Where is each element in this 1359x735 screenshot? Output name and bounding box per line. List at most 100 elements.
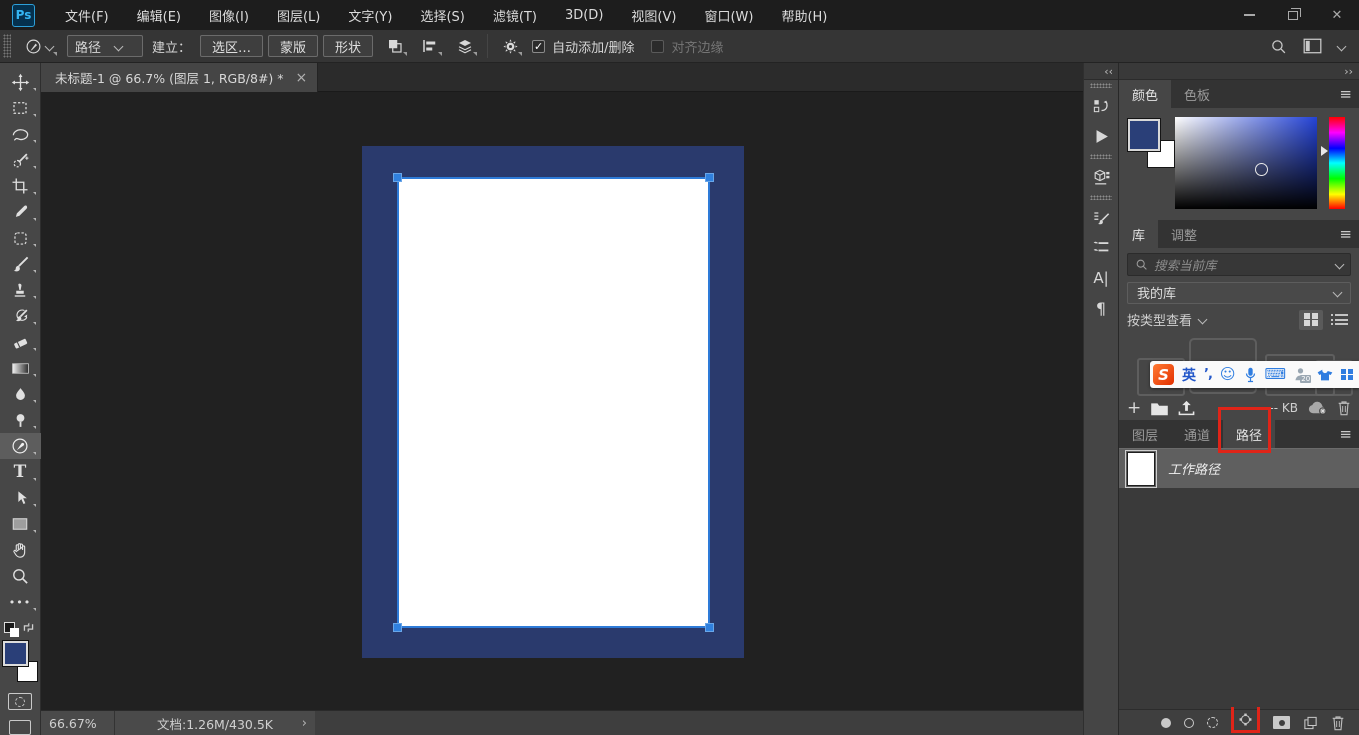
eraser-tool[interactable] <box>0 329 41 355</box>
library-search-input[interactable]: 搜索当前库 <box>1127 253 1351 276</box>
tab-swatches[interactable]: 色板 <box>1171 80 1223 108</box>
add-content-button[interactable]: + <box>1127 400 1141 417</box>
workspace-switcher-icon[interactable] <box>1303 38 1322 54</box>
brush-tool[interactable] <box>0 251 41 277</box>
saturation-brightness-field[interactable] <box>1175 117 1317 209</box>
tab-channels[interactable]: 通道 <box>1171 420 1223 448</box>
hue-slider-bar[interactable] <box>1329 117 1345 209</box>
skin-account-icon[interactable]: 20 <box>1294 367 1309 383</box>
character-panel-button[interactable]: A| <box>1084 263 1119 293</box>
path-arrangement-button[interactable] <box>452 34 478 58</box>
document-tab[interactable]: 未标题-1 @ 66.7% (图层 1, RGB/8#) * × <box>41 63 318 92</box>
emoji-icon[interactable]: ☺ <box>1220 367 1236 382</box>
status-chevron-icon[interactable]: › <box>302 716 307 731</box>
tab-adjustments[interactable]: 调整 <box>1158 220 1210 248</box>
ime-language-toggle[interactable]: 英 <box>1182 365 1196 385</box>
blur-tool[interactable] <box>0 381 41 407</box>
menu-type[interactable]: 文字(Y) <box>334 0 406 30</box>
hand-tool[interactable] <box>0 537 41 563</box>
path-anchor-top-right[interactable] <box>706 174 713 181</box>
tool-mode-select[interactable]: 路径 <box>67 35 143 57</box>
swap-colors-icon[interactable] <box>22 621 35 634</box>
actions-panel-button[interactable] <box>1084 121 1119 151</box>
menu-window[interactable]: 窗口(W) <box>690 0 767 30</box>
load-path-as-selection-button[interactable] <box>1207 717 1218 728</box>
list-view-button[interactable] <box>1327 310 1351 330</box>
folder-icon[interactable] <box>1150 401 1169 416</box>
menu-file[interactable]: 文件(F) <box>51 0 123 30</box>
panel-menu-icon[interactable]: ≡ <box>1339 225 1351 243</box>
spot-healing-brush-tool[interactable] <box>0 225 41 251</box>
menu-select[interactable]: 选择(S) <box>406 0 478 30</box>
move-tool[interactable] <box>0 69 41 95</box>
work-path-row[interactable]: 工作路径 <box>1119 448 1359 488</box>
crop-tool[interactable] <box>0 173 41 199</box>
3d-panel-button[interactable] <box>1084 162 1119 192</box>
restore-button[interactable] <box>1271 0 1315 30</box>
color-cursor[interactable] <box>1255 163 1268 176</box>
path-operations-button[interactable] <box>382 34 408 58</box>
ime-toolbox-icon[interactable] <box>1341 369 1353 381</box>
trash-icon[interactable] <box>1337 400 1351 416</box>
path-alignment-button[interactable] <box>417 34 443 58</box>
path-selection-tool[interactable] <box>0 485 41 511</box>
marquee-tool[interactable] <box>0 95 41 121</box>
tab-color[interactable]: 颜色 <box>1119 80 1171 108</box>
paragraph-panel-button[interactable]: ¶ <box>1084 293 1119 323</box>
lasso-tool[interactable] <box>0 121 41 147</box>
auto-add-delete-checkbox[interactable]: ✓ <box>532 40 545 53</box>
tshirt-skin-icon[interactable] <box>1317 368 1333 382</box>
pen-tool-preset-button[interactable] <box>20 34 58 58</box>
tab-close-icon[interactable]: × <box>296 70 308 86</box>
make-selection-button[interactable]: 选区… <box>200 35 263 57</box>
chevron-down-icon[interactable] <box>1335 260 1345 270</box>
make-work-path-button[interactable] <box>1238 712 1253 727</box>
pen-tool[interactable] <box>0 433 41 459</box>
eyedropper-tool[interactable] <box>0 199 41 225</box>
stroke-path-button[interactable] <box>1184 718 1194 728</box>
minimize-button[interactable] <box>1227 0 1271 30</box>
document-canvas[interactable] <box>362 146 744 658</box>
quick-mask-button[interactable] <box>8 693 32 710</box>
tab-libraries[interactable]: 库 <box>1119 220 1158 248</box>
tab-layers[interactable]: 图层 <box>1119 420 1171 448</box>
menu-3d[interactable]: 3D(D) <box>551 0 617 30</box>
white-rectangle-path[interactable] <box>397 177 710 628</box>
menu-image[interactable]: 图像(I) <box>195 0 263 30</box>
foreground-color-swatch[interactable] <box>3 641 28 666</box>
grid-view-button[interactable] <box>1299 310 1323 330</box>
fill-path-button[interactable] <box>1161 718 1171 728</box>
path-anchor-bottom-right[interactable] <box>706 624 713 631</box>
close-button[interactable]: ✕ <box>1315 0 1359 30</box>
menu-filter[interactable]: 滤镜(T) <box>479 0 551 30</box>
search-icon[interactable] <box>1270 38 1287 55</box>
brush-settings-panel-button[interactable] <box>1084 203 1119 233</box>
document-info[interactable]: 文档:1.26M/430.5K › <box>115 711 315 735</box>
canvas-viewport[interactable] <box>41 92 1083 710</box>
chevron-down-icon[interactable] <box>1337 41 1347 51</box>
delete-path-button[interactable] <box>1331 715 1345 731</box>
menu-help[interactable]: 帮助(H) <box>767 0 841 30</box>
path-anchor-top-left[interactable] <box>394 174 401 181</box>
path-anchor-bottom-left[interactable] <box>394 624 401 631</box>
make-mask-button[interactable]: 蒙版 <box>268 35 318 57</box>
microphone-icon[interactable] <box>1244 367 1257 383</box>
ime-punctuation-toggle[interactable]: ’, <box>1204 367 1212 382</box>
screen-mode-button[interactable] <box>9 720 31 735</box>
path-thumbnail[interactable] <box>1127 452 1155 486</box>
view-by-dropdown[interactable]: 按类型查看 <box>1127 310 1206 329</box>
add-mask-button[interactable] <box>1273 716 1290 729</box>
rectangle-tool[interactable] <box>0 511 41 537</box>
make-shape-button[interactable]: 形状 <box>323 35 373 57</box>
hue-slider-handle[interactable] <box>1321 146 1328 156</box>
pen-options-gear-button[interactable] <box>497 34 523 58</box>
align-edges-checkbox[interactable] <box>651 40 664 53</box>
cloud-sync-icon[interactable] <box>1307 401 1328 415</box>
paths-panel-empty-body[interactable] <box>1119 488 1359 709</box>
brushes-panel-button[interactable] <box>1084 233 1119 263</box>
panel-menu-icon[interactable]: ≡ <box>1339 425 1351 443</box>
foreground-color-swatch[interactable] <box>1128 119 1160 151</box>
keyboard-icon[interactable]: ⌨ <box>1265 367 1287 382</box>
zoom-tool[interactable] <box>0 563 41 589</box>
new-path-button[interactable] <box>1303 716 1318 730</box>
